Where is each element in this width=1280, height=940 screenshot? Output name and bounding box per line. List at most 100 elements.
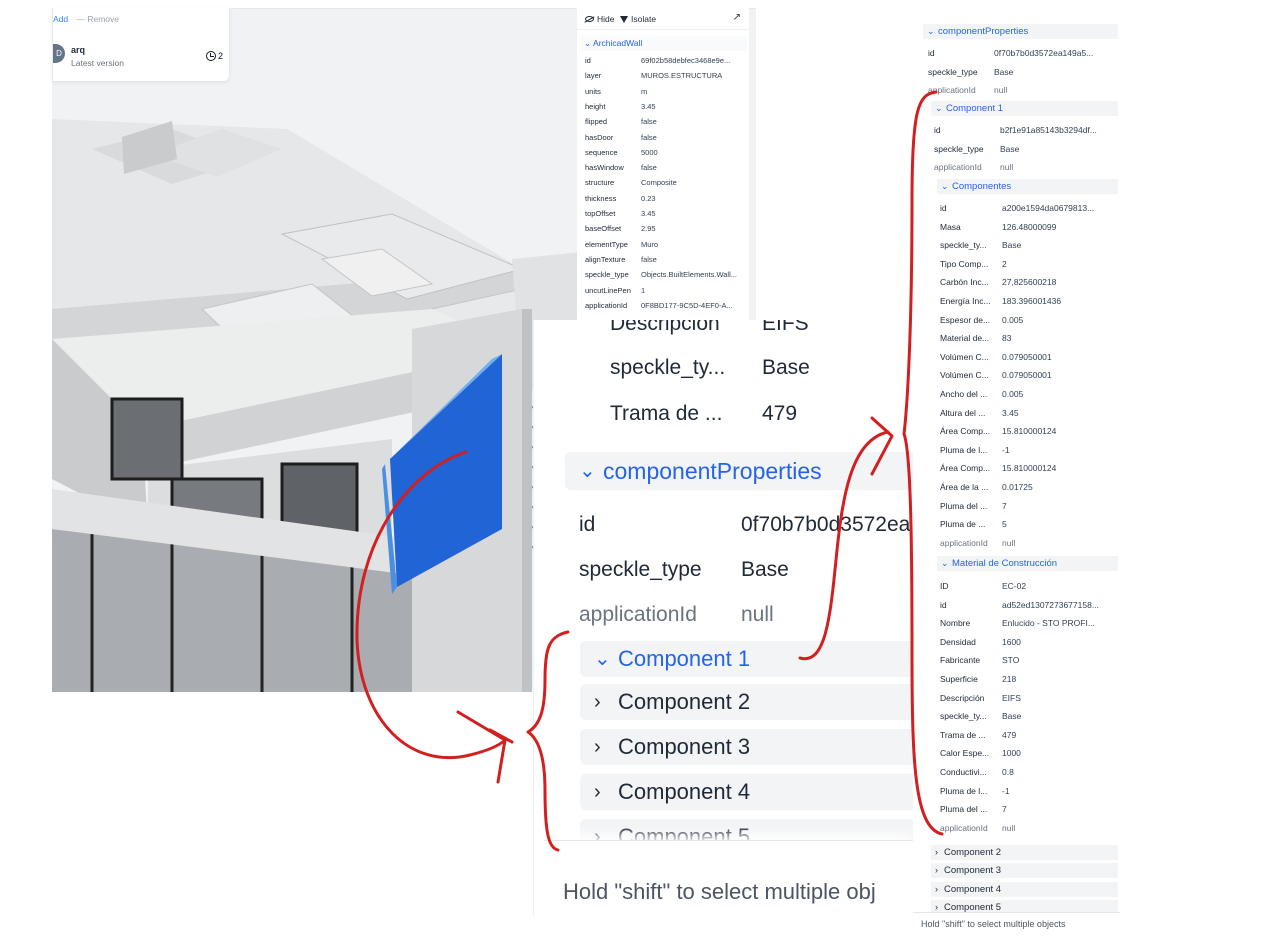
property-value: false xyxy=(641,117,657,127)
chevron-right-icon: › xyxy=(935,902,938,912)
chevron-right-icon: › xyxy=(594,781,601,803)
isolate-label: Isolate xyxy=(631,14,657,24)
property-value: a200e1594da0679813... xyxy=(1002,203,1095,213)
property-row: Pluma de l... -1 xyxy=(940,783,1113,799)
shift-hint-text: Hold "shift" to select multiple obj xyxy=(563,879,876,904)
property-row: Material de... 83 xyxy=(940,330,1113,346)
add-button[interactable]: Add xyxy=(53,14,68,24)
property-key: Espesor de... xyxy=(940,314,991,325)
filter-icon xyxy=(620,15,628,23)
property-row: Carbón Inc... 27,825600218 xyxy=(940,274,1113,290)
external-link-icon[interactable]: ↗ xyxy=(733,12,741,23)
component-3-item[interactable]: › Component 3 xyxy=(580,729,913,765)
property-key: speckle_ty... xyxy=(940,240,987,251)
property-row: elementType Muro xyxy=(585,238,749,252)
chevron-right-icon: › xyxy=(594,736,601,758)
property-value: -1 xyxy=(1002,785,1010,796)
detail-properties-panel: ⌄ componentProperties id 0f70b7b0d3572ea1… xyxy=(913,20,1120,940)
property-row: Trama de ... 479 xyxy=(940,727,1113,743)
property-row: uncutLinePen 1 xyxy=(585,284,749,298)
property-key: applicationId xyxy=(579,603,697,626)
property-key: alignTexture xyxy=(585,254,626,264)
property-value: 0.005 xyxy=(1002,314,1024,325)
component-4-item[interactable]: › Component 4 xyxy=(580,774,913,810)
hide-button[interactable]: Hide xyxy=(585,14,614,24)
property-key: Nombre xyxy=(940,618,971,629)
component-5-item[interactable]: › Component 5 xyxy=(931,900,1118,912)
property-row: speckle_type Base xyxy=(934,141,1113,157)
property-key: flipped xyxy=(585,117,608,127)
property-key: speckle_ty... xyxy=(610,356,726,379)
component-3-item[interactable]: › Component 3 xyxy=(931,863,1118,878)
property-row: alignTexture false xyxy=(585,253,749,267)
property-value: Composite xyxy=(641,178,677,188)
versions-count: 2 xyxy=(217,51,223,61)
property-row: Tipo Comp... 2 xyxy=(940,256,1113,272)
property-key: speckle_type xyxy=(928,66,978,77)
component-4-item[interactable]: › Component 4 xyxy=(931,882,1118,897)
property-key: elementType xyxy=(585,239,628,249)
property-value: 0.8 xyxy=(1002,767,1014,777)
property-value: 1000 xyxy=(1002,748,1021,759)
property-key: id xyxy=(585,56,591,65)
property-row: Espesor de... 0.005 xyxy=(940,312,1113,328)
remove-button[interactable]: — Remove xyxy=(77,14,120,24)
group-archicadwall[interactable]: ⌄ ArchicadWall xyxy=(581,36,747,51)
component-label: Component 4 xyxy=(944,884,1002,895)
group-label: Componentes xyxy=(952,181,1012,192)
property-row: Conductivi... 0.8 xyxy=(940,764,1113,780)
property-key: units xyxy=(585,86,601,96)
property-value: MUROS.ESTRUCTURA xyxy=(641,71,723,81)
property-key: sequence xyxy=(585,147,618,157)
group-label: Material de Construcción xyxy=(952,558,1058,569)
property-key: Área de la ... xyxy=(940,482,989,492)
property-row: applicationId null xyxy=(940,535,1113,551)
property-key: Calor Espe... xyxy=(940,748,990,759)
component-1-item[interactable]: ⌄ Component 1 xyxy=(580,641,913,677)
property-value: 7 xyxy=(1002,500,1007,511)
zoomed-properties-panel: Descripción EIFS speckle_ty... Base Tram… xyxy=(533,320,913,916)
chevron-down-icon: ⌄ xyxy=(584,38,592,48)
component-label: Component 2 xyxy=(618,689,751,714)
group-label: ArchicadWall xyxy=(593,38,643,48)
model-name[interactable]: arq xyxy=(71,45,85,55)
component-label: Component 1 xyxy=(618,646,751,671)
component-2-item[interactable]: › Component 2 xyxy=(580,684,913,720)
property-row: id ad52ed1307273677158... xyxy=(940,597,1113,613)
property-key: hasDoor xyxy=(585,132,614,142)
property-row: Área Comp... 15.810000124 xyxy=(940,423,1113,439)
property-key: thickness xyxy=(585,193,617,203)
property-row: Masa 126.48000099 xyxy=(940,219,1113,235)
property-value: 3.45 xyxy=(1002,407,1019,418)
property-key: speckle_ty... xyxy=(940,711,987,722)
chevron-right-icon: › xyxy=(935,884,938,894)
group-componentproperties[interactable]: ⌄ componentProperties xyxy=(565,452,913,490)
shift-hint-bar: Hold "shift" to select multiple obj xyxy=(544,840,913,916)
property-key: id xyxy=(940,599,947,610)
property-row: Pluma de ... 5 xyxy=(940,516,1113,532)
property-value: null xyxy=(1002,537,1016,548)
property-value: Base xyxy=(1000,143,1020,154)
group-label: componentProperties xyxy=(938,26,1029,37)
versions-button[interactable]: 2 xyxy=(205,51,223,61)
property-value: 3.45 xyxy=(641,209,656,218)
component-2-item[interactable]: › Component 2 xyxy=(931,845,1118,860)
property-key: Tipo Comp... xyxy=(940,258,989,269)
property-key: height xyxy=(585,101,606,111)
chevron-down-icon: ⌄ xyxy=(935,103,943,113)
chevron-right-icon: › xyxy=(594,691,601,713)
property-value: 0.01725 xyxy=(1002,482,1033,492)
group-componentes[interactable]: ⌄ Componentes xyxy=(937,179,1118,194)
group-component-1[interactable]: ⌄ Component 1 xyxy=(931,101,1118,116)
property-key: applicationId xyxy=(940,822,988,833)
group-componentproperties[interactable]: ⌄ componentProperties xyxy=(923,24,1118,39)
property-key: Material de... xyxy=(940,333,990,344)
property-row: topOffset 3.45 xyxy=(585,207,749,221)
group-material-de-construccion[interactable]: ⌄ Material de Construcción xyxy=(937,556,1118,571)
property-row: applicationId 0F8BD177-9C5D-4EF0-A... xyxy=(585,299,749,313)
property-value: 183.396001436 xyxy=(1002,296,1062,306)
property-row: ID EC-02 xyxy=(940,578,1113,594)
property-key: Conductivi... xyxy=(940,767,987,777)
property-value: 0.005 xyxy=(1002,389,1024,399)
isolate-button[interactable]: Isolate xyxy=(620,14,656,24)
